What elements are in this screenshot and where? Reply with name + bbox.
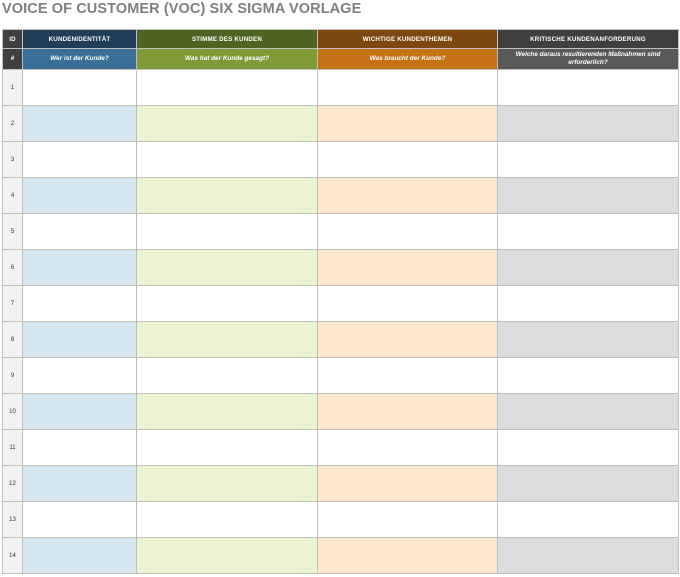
cell-kundenidentitaet[interactable] (22, 177, 137, 214)
column-subheader-stimme-des-kunden: Was hat der Kunde gesagt? (136, 48, 318, 70)
cell-kundenidentitaet[interactable] (22, 249, 137, 286)
cell-stimme[interactable] (136, 537, 318, 574)
cell-themen[interactable] (317, 501, 498, 538)
table-row: 8 (2, 321, 679, 358)
row-id-cell: 1 (2, 69, 23, 106)
cell-stimme[interactable] (136, 321, 318, 358)
voc-table: ID KUNDENIDENTITÄT STIMME DES KUNDEN WIC… (2, 29, 679, 574)
cell-anforderung[interactable] (497, 393, 679, 430)
cell-kundenidentitaet[interactable] (22, 501, 137, 538)
cell-stimme[interactable] (136, 285, 318, 322)
column-subheader-wichtige-kundenthemen: Was braucht der Kunde? (317, 48, 498, 70)
cell-stimme[interactable] (136, 105, 318, 142)
column-subheader-kritische-kundenanforderung: Welche daraus resultierenden Maßnahmen s… (497, 48, 679, 70)
column-header-kundenidentitaet: KUNDENIDENTITÄT (22, 29, 137, 49)
cell-themen[interactable] (317, 285, 498, 322)
row-id-cell: 13 (2, 501, 23, 538)
row-id-cell: 5 (2, 213, 23, 250)
cell-anforderung[interactable] (497, 537, 679, 574)
cell-kundenidentitaet[interactable] (22, 465, 137, 502)
cell-themen[interactable] (317, 465, 498, 502)
cell-themen[interactable] (317, 105, 498, 142)
cell-themen[interactable] (317, 141, 498, 178)
cell-kundenidentitaet[interactable] (22, 429, 137, 466)
cell-anforderung[interactable] (497, 249, 679, 286)
row-id-cell: 11 (2, 429, 23, 466)
cell-kundenidentitaet[interactable] (22, 357, 137, 394)
cell-kundenidentitaet[interactable] (22, 69, 137, 106)
cell-themen[interactable] (317, 393, 498, 430)
cell-themen[interactable] (317, 429, 498, 466)
cell-themen[interactable] (317, 69, 498, 106)
cell-anforderung[interactable] (497, 285, 679, 322)
cell-anforderung[interactable] (497, 429, 679, 466)
cell-stimme[interactable] (136, 393, 318, 430)
column-subheader-id: # (2, 48, 23, 70)
row-id-cell: 9 (2, 357, 23, 394)
cell-stimme[interactable] (136, 249, 318, 286)
row-id-cell: 2 (2, 105, 23, 142)
cell-anforderung[interactable] (497, 357, 679, 394)
cell-anforderung[interactable] (497, 213, 679, 250)
row-id-cell: 3 (2, 141, 23, 178)
table-row: 14 (2, 537, 679, 574)
column-header-id: ID (2, 29, 23, 49)
cell-themen[interactable] (317, 177, 498, 214)
row-id-cell: 10 (2, 393, 23, 430)
header-row: ID KUNDENIDENTITÄT STIMME DES KUNDEN WIC… (2, 29, 679, 49)
table-row: 12 (2, 465, 679, 502)
cell-kundenidentitaet[interactable] (22, 537, 137, 574)
cell-anforderung[interactable] (497, 321, 679, 358)
table-row: 1 (2, 69, 679, 106)
cell-anforderung[interactable] (497, 501, 679, 538)
table-row: 7 (2, 285, 679, 322)
cell-stimme[interactable] (136, 501, 318, 538)
cell-themen[interactable] (317, 249, 498, 286)
table-row: 10 (2, 393, 679, 430)
row-id-cell: 12 (2, 465, 23, 502)
column-subheader-kundenidentitaet: Wer ist der Kunde? (22, 48, 137, 70)
table-row: 3 (2, 141, 679, 178)
cell-stimme[interactable] (136, 177, 318, 214)
column-header-wichtige-kundenthemen: WICHTIGE KUNDENTHEMEN (317, 29, 498, 49)
cell-stimme[interactable] (136, 141, 318, 178)
table-row: 6 (2, 249, 679, 286)
table-row: 2 (2, 105, 679, 142)
row-id-cell: 14 (2, 537, 23, 574)
table-row: 4 (2, 177, 679, 214)
cell-kundenidentitaet[interactable] (22, 393, 137, 430)
cell-kundenidentitaet[interactable] (22, 285, 137, 322)
page-title: VOICE OF CUSTOMER (VOC) SIX SIGMA VORLAG… (2, 1, 362, 17)
cell-themen[interactable] (317, 357, 498, 394)
cell-stimme[interactable] (136, 429, 318, 466)
table-row: 13 (2, 501, 679, 538)
cell-kundenidentitaet[interactable] (22, 105, 137, 142)
row-id-cell: 6 (2, 249, 23, 286)
row-id-cell: 7 (2, 285, 23, 322)
cell-themen[interactable] (317, 321, 498, 358)
cell-themen[interactable] (317, 537, 498, 574)
cell-stimme[interactable] (136, 357, 318, 394)
cell-anforderung[interactable] (497, 141, 679, 178)
subheader-row: # Wer ist der Kunde? Was hat der Kunde g… (2, 48, 679, 70)
table-row: 9 (2, 357, 679, 394)
row-id-cell: 8 (2, 321, 23, 358)
table-row: 11 (2, 429, 679, 466)
cell-anforderung[interactable] (497, 177, 679, 214)
table-row: 5 (2, 213, 679, 250)
table-body: 1 2 3 4 5 6 7 8 9 10 11 12 13 14 (2, 69, 679, 574)
row-id-cell: 4 (2, 177, 23, 214)
cell-kundenidentitaet[interactable] (22, 141, 137, 178)
column-header-kritische-kundenanforderung: KRITISCHE KUNDENANFORDERUNG (497, 29, 679, 49)
cell-anforderung[interactable] (497, 465, 679, 502)
cell-stimme[interactable] (136, 213, 318, 250)
column-header-stimme-des-kunden: STIMME DES KUNDEN (136, 29, 318, 49)
cell-kundenidentitaet[interactable] (22, 213, 137, 250)
cell-themen[interactable] (317, 213, 498, 250)
cell-kundenidentitaet[interactable] (22, 321, 137, 358)
cell-anforderung[interactable] (497, 105, 679, 142)
cell-anforderung[interactable] (497, 69, 679, 106)
cell-stimme[interactable] (136, 69, 318, 106)
cell-stimme[interactable] (136, 465, 318, 502)
